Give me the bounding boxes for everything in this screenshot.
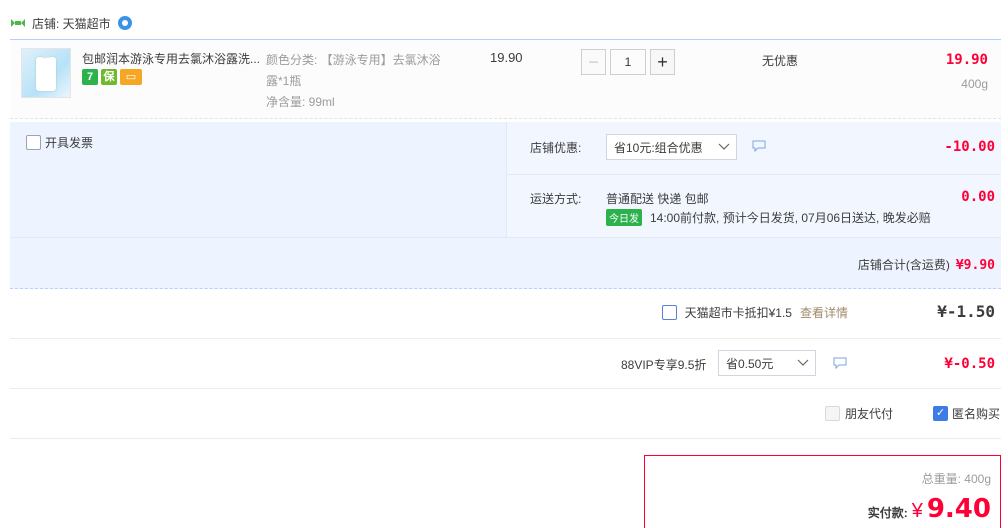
item-weight: 400g [961,77,988,91]
guarantee-icon[interactable]: 保 [101,69,117,85]
item-promotion: 无优惠 [762,54,799,68]
friend-pay-label: 朋友代付 [845,407,894,421]
sku-color-line1: 颜色分类: 【游泳专用】去氯沐浴 [266,53,441,67]
message-icon[interactable] [833,357,847,369]
shop-order-panel: 开具发票 店铺优惠: 省10元:组合优惠 -10.00 运送方式: 普通配送 快… [10,122,1001,289]
sku-color-line2: 露*1瓶 [266,74,302,88]
shipping-note-row: 今日发 14:00前付款, 预计今日发货, 07月06日送达, 晚发必赔 [606,209,931,226]
chevron-down-icon [718,143,730,150]
credit-card-icon[interactable]: ▭ [120,69,142,85]
quantity-input[interactable]: 1 [610,49,646,75]
chevron-down-icon [797,359,809,366]
invoice-label: 开具发票 [45,136,94,150]
anonymous-label: 匿名购买 [952,407,1001,421]
shop-total-amount: ¥9.90 [955,258,995,273]
shop-total: 店铺合计(含运费) ¥9.90 [858,256,995,273]
anonymous-purchase-option[interactable]: ✓ 匿名购买 [933,405,1000,422]
vip-discount-amount: ¥-0.50 [944,356,995,372]
divider [10,438,1001,439]
shop-name[interactable]: 店铺: 天猫超市 [32,15,111,32]
anonymous-checkbox[interactable]: ✓ [933,406,948,421]
payment-amount: 9.40 [926,494,991,524]
invoice-checkbox[interactable] [26,135,41,150]
unit-price: 19.90 [490,50,523,65]
vip-discount-value: 省0.50元 [726,356,774,371]
tmall-card-details-link[interactable]: 查看详情 [800,304,848,321]
wangwang-chat-icon[interactable] [117,15,133,31]
payment-total: 实付款: ¥ 9.40 [868,494,991,524]
payment-summary: 总重量: 400g 实付款: ¥ 9.40 [644,455,1001,528]
increase-quantity-button[interactable]: + [650,49,675,75]
shipping-method: 普通配送 快递 包邮 [606,192,709,206]
friend-pay-option[interactable]: 朋友代付 [825,405,893,422]
service-badges: 7 保 ▭ [82,69,142,85]
item-subtotal: 19.90 [945,52,988,68]
shop-header: 店铺: 天猫超市 [10,12,133,34]
sku-volume: 净含量: 99ml [266,95,335,109]
divider [10,338,1001,339]
quantity-stepper: − 1 + [581,49,675,75]
today-ship-badge: 今日发 [606,209,642,226]
shop-icon [11,19,25,27]
total-weight: 总重量: 400g [921,472,991,486]
product-title[interactable]: 包邮润本游泳专用去氯沐浴露洗... [82,50,262,67]
payment-label: 实付款: [867,506,908,520]
shipping-amount: 0.00 [961,189,995,205]
product-thumbnail[interactable] [21,48,71,98]
divider [10,237,1001,238]
shop-total-label: 店铺合计(含运费) [857,258,950,272]
shipping-note: 14:00前付款, 预计今日发货, 07月06日送达, 晚发必赔 [650,211,931,225]
friend-pay-checkbox[interactable] [825,406,840,421]
sku-info: 颜色分类: 【游泳专用】去氯沐浴 露*1瓶 净含量: 99ml [266,50,466,113]
seven-day-return-icon[interactable]: 7 [82,69,98,85]
shop-discount-value: 省10元:组合优惠 [614,140,703,155]
shop-discount-amount: -10.00 [944,139,995,155]
tmall-card-checkbox[interactable] [661,305,677,320]
decrease-quantity-button[interactable]: − [581,49,606,75]
divider [10,388,1001,389]
divider [506,174,1001,175]
vip-discount-select[interactable]: 省0.50元 [718,350,816,376]
invoice-option[interactable]: 开具发票 [26,134,93,151]
vip-discount-label: 88VIP专享9.5折 [621,358,707,372]
message-icon[interactable] [752,140,766,152]
currency-symbol: ¥ [911,500,923,522]
shipping-label: 运送方式: [530,192,582,206]
tmall-card-label: 天猫超市卡抵扣¥1.5 [684,306,792,320]
cart-item-row: 包邮润本游泳专用去氯沐浴露洗... 7 保 ▭ 颜色分类: 【游泳专用】去氯沐浴… [10,39,1001,119]
tmall-card-amount: ¥-1.50 [937,302,995,321]
shop-discount-label: 店铺优惠: [530,141,582,155]
tmall-card-option: 天猫超市卡抵扣¥1.5 查看详情 [661,304,848,321]
shop-discount-select[interactable]: 省10元:组合优惠 [606,134,737,160]
